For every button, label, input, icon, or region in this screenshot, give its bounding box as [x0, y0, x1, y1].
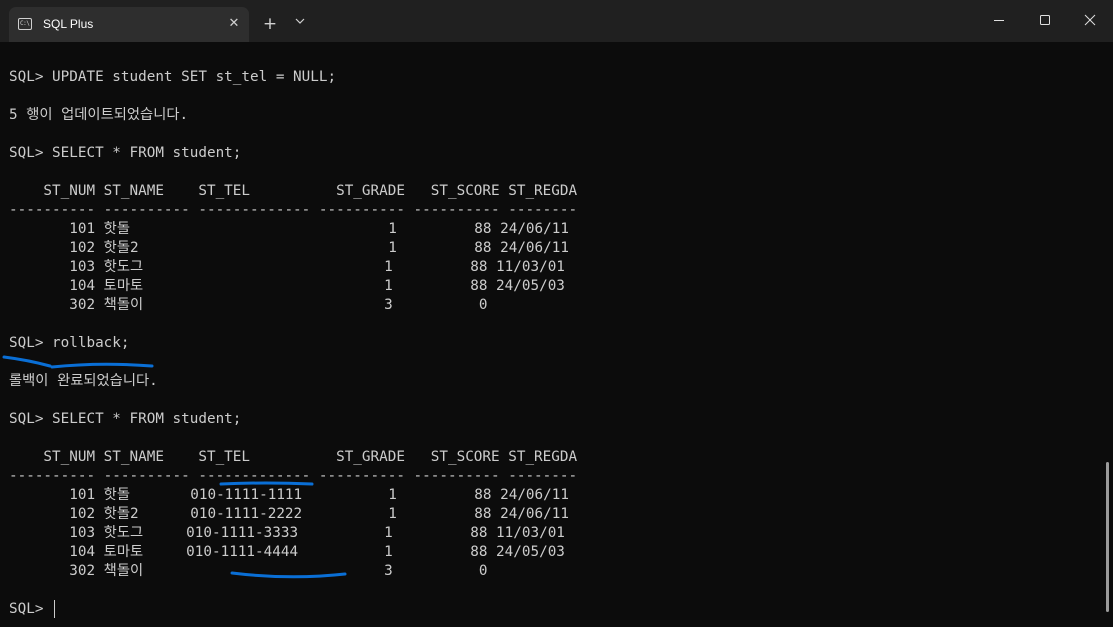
terminal-line: 302 책돌이 3 0: [9, 297, 488, 313]
terminal-line: SQL>: [9, 601, 53, 617]
minimize-icon[interactable]: [976, 0, 1022, 40]
terminal-line: ---------- ---------- ------------- ----…: [9, 202, 578, 218]
terminal-line: 5 행이 업데이트되었습니다.: [9, 107, 189, 123]
close-tab-icon[interactable]: ✕: [225, 15, 243, 33]
scrollbar-thumb[interactable]: [1106, 462, 1109, 612]
terminal-line: 103 핫도그 1 88 11/03/01: [9, 259, 565, 275]
command-prompt-icon: C:\: [18, 18, 32, 30]
terminal-line: ST_NUM ST_NAME ST_TEL ST_GRADE ST_SCORE …: [9, 449, 578, 465]
terminal-line: SQL> SELECT * FROM student;: [9, 411, 242, 427]
tab-sql-plus[interactable]: C:\ SQL Plus ✕: [9, 7, 249, 42]
terminal-line: 302 책돌이 3 0: [9, 563, 488, 579]
text-cursor: [54, 600, 55, 618]
terminal-line: 102 핫돌2 1 88 24/06/11: [9, 240, 569, 256]
tab-title: SQL Plus: [43, 17, 94, 31]
terminal-line: ST_NUM ST_NAME ST_TEL ST_GRADE ST_SCORE …: [9, 183, 578, 199]
terminal-line: SQL> rollback;: [9, 335, 130, 351]
terminal-line: SQL> UPDATE student SET st_tel = NULL;: [9, 69, 337, 85]
maximize-icon[interactable]: [1022, 0, 1068, 40]
new-tab-icon[interactable]: +: [260, 14, 280, 34]
close-window-icon[interactable]: [1067, 0, 1113, 40]
title-bar[interactable]: C:\ SQL Plus ✕ +: [0, 0, 1113, 42]
terminal-line: 103 핫도그 010-1111-3333 1 88 11/03/01: [9, 525, 565, 541]
terminal-line: SQL> SELECT * FROM student;: [9, 145, 242, 161]
terminal-line: 104 토마토 010-1111-4444 1 88 24/05/03: [9, 544, 565, 560]
chevron-down-icon[interactable]: [290, 14, 310, 34]
terminal-line: 롤백이 완료되었습니다.: [9, 373, 158, 389]
terminal-line: 101 핫돌 1 88 24/06/11: [9, 221, 569, 237]
terminal-line: ---------- ---------- ------------- ----…: [9, 468, 578, 484]
terminal-line: 102 핫돌2 010-1111-2222 1 88 24/06/11: [9, 506, 569, 522]
terminal-line: 104 토마토 1 88 24/05/03: [9, 278, 565, 294]
terminal-output[interactable]: SQL> UPDATE student SET st_tel = NULL; 5…: [9, 42, 1099, 627]
terminal-window: C:\ SQL Plus ✕ + SQL> UPDATE student SET…: [0, 0, 1113, 627]
terminal-line: 101 핫돌 010-1111-1111 1 88 24/06/11: [9, 487, 569, 503]
